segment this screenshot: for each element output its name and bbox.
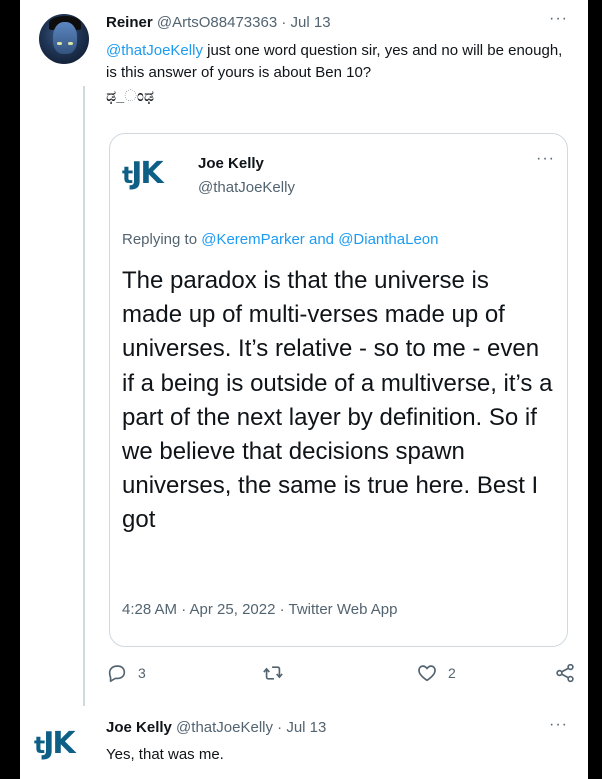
share-button[interactable] <box>554 662 576 684</box>
mention-link[interactable]: @thatJoeKelly <box>106 42 203 59</box>
avatar[interactable] <box>39 14 89 64</box>
author-handle[interactable]: @ArtsO88473363 <box>157 14 277 31</box>
reply-button[interactable]: 3 <box>106 662 146 684</box>
replying-and: and <box>304 231 339 248</box>
like-button[interactable]: 2 <box>416 662 456 684</box>
author-handle[interactable]: @thatJoeKelly <box>176 719 273 736</box>
thread-connector-line <box>83 86 85 706</box>
tweet-text-extra: ಢ_ಂಢ <box>106 86 155 105</box>
tweet-text: @thatJoeKelly just one word question sir… <box>106 40 576 84</box>
reply-count: 3 <box>138 665 146 681</box>
tweet-date[interactable]: Jul 13 <box>286 719 326 736</box>
author-name[interactable]: Reiner <box>106 14 153 31</box>
mention-link[interactable]: @DianthaLeon <box>338 231 438 248</box>
tweet-date[interactable]: Jul 13 <box>291 14 331 31</box>
tweet-text: Yes, that was me. <box>106 746 224 763</box>
tweet-header: Reiner @ArtsO88473363 · Jul 13 <box>106 14 331 31</box>
share-icon <box>556 663 574 683</box>
tweet-thread: Reiner @ArtsO88473363 · Jul 13 ··· @that… <box>20 0 588 779</box>
quoted-tweet-text: The paradox is that the universe is made… <box>122 267 553 534</box>
avatar-eye <box>68 42 73 45</box>
quoted-tweet-card[interactable]: tJK Joe Kelly @thatJoeKelly ··· Replying… <box>109 133 568 647</box>
more-options-icon[interactable]: ··· <box>549 10 568 28</box>
quoted-author-name[interactable]: Joe Kelly <box>198 155 264 172</box>
like-count: 2 <box>448 665 456 681</box>
replying-prefix: Replying to <box>122 231 202 248</box>
avatar-eye <box>57 42 62 45</box>
author-name[interactable]: Joe Kelly <box>106 719 172 736</box>
reply-icon <box>108 665 126 682</box>
more-options-icon[interactable]: ··· <box>549 716 568 734</box>
mention-link[interactable]: @KeremParker <box>201 231 305 248</box>
quoted-tweet-timestamp[interactable]: 4:28 AM · Apr 25, 2022 · Twitter Web App <box>122 601 397 618</box>
quoted-author-handle[interactable]: @thatJoeKelly <box>198 179 295 196</box>
tjk-logo[interactable]: tJK <box>34 726 76 761</box>
retweet-button[interactable] <box>262 662 294 684</box>
tjk-logo: tJK <box>122 156 164 191</box>
avatar-face <box>53 22 77 54</box>
retweet-icon <box>263 666 283 680</box>
more-options-icon[interactable]: ··· <box>536 150 555 168</box>
like-icon <box>418 665 436 682</box>
tweet-actions: 3 2 <box>106 662 576 690</box>
separator: · <box>277 719 283 736</box>
tweet-header: Joe Kelly @thatJoeKelly · Jul 13 <box>106 719 326 736</box>
replying-to-line: Replying to @KeremParker and @DianthaLeo… <box>122 231 439 248</box>
separator: · <box>281 14 287 31</box>
